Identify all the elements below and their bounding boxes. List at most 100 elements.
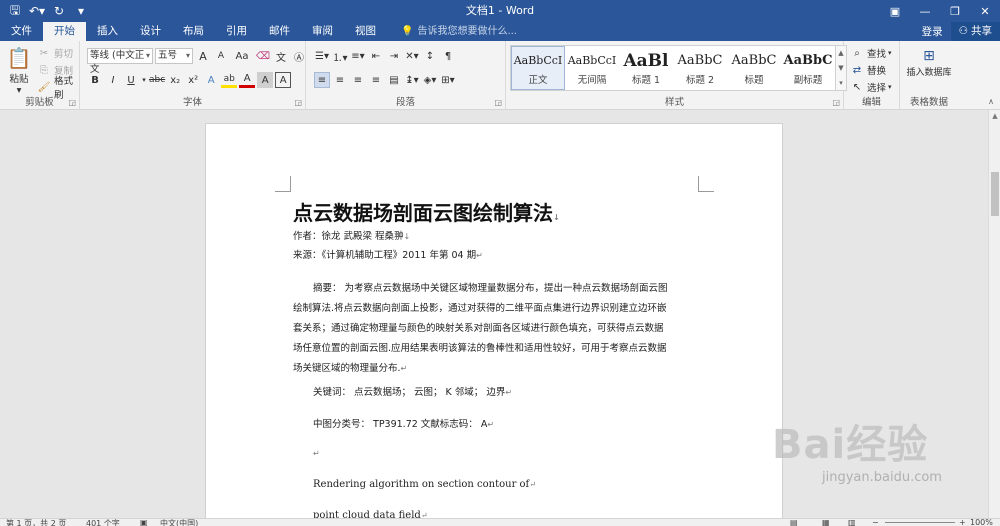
ribbon-tabs: 文件 开始 插入 设计 布局 引用 邮件 审阅 视图 💡 告诉我您想要做什么..… <box>0 22 1000 41</box>
font-color-button[interactable]: A <box>239 72 256 88</box>
undo-icon[interactable]: ↶▾ <box>26 0 48 22</box>
show-marks-icon[interactable]: ¶ <box>440 48 456 64</box>
increase-indent-icon[interactable]: ⇥ <box>386 48 402 64</box>
print-layout-icon[interactable]: ▦ <box>822 519 830 526</box>
zoom-slider[interactable] <box>885 522 955 523</box>
grow-font-button[interactable]: A <box>195 48 211 64</box>
bullets-icon[interactable]: ☰▾ <box>314 48 330 64</box>
sort-icon[interactable]: ↕ <box>422 48 438 64</box>
replace-button[interactable]: ⇄ 替换 <box>849 61 886 79</box>
chinese-layout-icon[interactable]: ✕▾ <box>404 48 420 64</box>
document-page[interactable]: 点云数据场剖面云图绘制算法↓ 作者：徐龙 武殿梁 程桑翀↓ 来源：《计算机辅助工… <box>205 123 783 518</box>
shrink-font-button[interactable]: A <box>213 48 229 64</box>
scroll-up-icon[interactable]: ▲ <box>989 110 1000 122</box>
highlight-button[interactable]: ab <box>221 72 238 88</box>
align-right-icon[interactable]: ≡ <box>350 72 366 88</box>
tab-review[interactable]: 审阅 <box>301 22 344 41</box>
tab-references[interactable]: 引用 <box>215 22 258 41</box>
clipboard-launcher-icon[interactable]: ◲ <box>68 98 76 107</box>
superscript-button[interactable]: x² <box>185 72 201 88</box>
shading-icon[interactable]: ◈▾ <box>422 72 438 88</box>
text-effects-button[interactable]: A <box>203 72 219 88</box>
char-shading-button[interactable]: A <box>257 72 274 88</box>
styles-gallery: AaBbCcI 正文 AaBbCcI 无间隔 AaBl 标题 1 AaBbC 标… <box>510 45 836 91</box>
proofing-icon[interactable]: ▣ <box>140 519 148 526</box>
collapse-ribbon-icon[interactable]: ∧ <box>988 97 994 106</box>
clear-formatting-icon[interactable]: ⌫ <box>255 48 271 64</box>
vertical-scrollbar[interactable]: ▲ <box>988 110 1000 518</box>
style-subtitle[interactable]: AaBbC 副标题 <box>781 46 835 90</box>
style-no-spacing[interactable]: AaBbCcI 无间隔 <box>565 46 619 90</box>
zoom-in-icon[interactable]: + <box>959 519 966 526</box>
chevron-down-icon[interactable]: ▼ <box>838 64 843 72</box>
word-count[interactable]: 401 个字 <box>86 519 120 526</box>
tab-insert[interactable]: 插入 <box>86 22 129 41</box>
justify-icon[interactable]: ≡ <box>368 72 384 88</box>
tab-layout[interactable]: 布局 <box>172 22 215 41</box>
page-count[interactable]: 第 1 页，共 2 页 <box>6 519 66 526</box>
more-styles-icon[interactable]: ▾ <box>839 79 843 87</box>
align-left-icon[interactable]: ≡ <box>314 72 330 88</box>
redo-icon[interactable]: ↻ <box>48 0 70 22</box>
tab-file[interactable]: 文件 <box>0 22 43 41</box>
tab-view[interactable]: 视图 <box>344 22 387 41</box>
align-center-icon[interactable]: ≡ <box>332 72 348 88</box>
enclose-characters-icon[interactable]: Ⓐ <box>291 48 307 64</box>
distributed-icon[interactable]: ▤ <box>386 72 402 88</box>
paragraph-launcher-icon[interactable]: ◲ <box>494 98 502 107</box>
subscript-button[interactable]: x₂ <box>167 72 183 88</box>
chevron-up-icon[interactable]: ▲ <box>838 49 843 57</box>
tell-me-box[interactable]: 💡 告诉我您想要做什么... <box>387 22 517 41</box>
char-border-button[interactable]: A <box>275 72 292 88</box>
font-name-dropdown[interactable]: 等线 (中文正文 <box>87 48 153 75</box>
font-size-dropdown[interactable]: 五号 <box>155 48 193 64</box>
share-button[interactable]: ⚇ 共享 <box>950 22 1000 41</box>
editing-group-label: 编辑 <box>861 97 881 108</box>
style-heading-1[interactable]: AaBl 标题 1 <box>619 46 673 90</box>
style-heading-2[interactable]: AaBbC 标题 2 <box>673 46 727 90</box>
close-icon[interactable]: ✕ <box>970 0 1000 22</box>
select-label: 选择 <box>867 83 887 94</box>
copy-icon: ⎘ <box>40 64 48 76</box>
underline-dropdown-icon[interactable]: ▾ <box>141 72 147 88</box>
style-title[interactable]: AaBbC 标题 <box>727 46 781 90</box>
window-controls: ▣ — ❐ ✕ <box>880 0 1000 22</box>
restore-icon[interactable]: ❐ <box>940 0 970 22</box>
find-button[interactable]: ⌕ 查找 ▾ <box>849 44 891 62</box>
minimize-icon[interactable]: — <box>910 0 940 22</box>
web-layout-icon[interactable]: ▥ <box>848 519 856 526</box>
paragraph-mark: ↵ <box>476 251 483 260</box>
font-launcher-icon[interactable]: ◲ <box>294 98 302 107</box>
strikethrough-button[interactable]: abc <box>149 72 165 88</box>
line-spacing-icon[interactable]: ↨▾ <box>404 72 420 88</box>
decrease-indent-icon[interactable]: ⇤ <box>368 48 384 64</box>
zoom-level[interactable]: 100% <box>970 519 993 526</box>
borders-icon[interactable]: ⊞▾ <box>440 72 456 88</box>
tab-home[interactable]: 开始 <box>43 22 86 41</box>
language-indicator[interactable]: 中文(中国) <box>160 519 198 526</box>
paste-button[interactable]: 📋 粘贴 ▾ <box>6 45 32 96</box>
underline-button[interactable]: U <box>123 72 139 88</box>
change-case-button[interactable]: Aa <box>231 48 253 64</box>
bold-button[interactable]: B <box>87 72 103 88</box>
login-link[interactable]: 登录 <box>914 24 951 39</box>
insert-database-button[interactable]: ⊞ 插入数据库 <box>902 47 956 78</box>
numbering-icon[interactable]: ⒈▾ <box>332 48 348 64</box>
zoom-out-icon[interactable]: − <box>872 519 879 526</box>
customize-qat-icon[interactable]: ▾ <box>70 0 92 22</box>
insert-database-label: 插入数据库 <box>906 68 952 78</box>
classification-line: 中图分类号： TP391.72 文献标志码： A↵ <box>313 416 494 430</box>
cut-button[interactable]: ✂ 剪切 <box>36 44 73 62</box>
margin-corner-mark <box>698 176 714 192</box>
styles-launcher-icon[interactable]: ◲ <box>832 98 840 107</box>
style-normal[interactable]: AaBbCcI 正文 <box>511 46 565 90</box>
read-mode-icon[interactable]: ▤ <box>790 519 798 526</box>
ribbon-display-options-icon[interactable]: ▣ <box>880 0 910 22</box>
scroll-thumb[interactable] <box>991 172 999 216</box>
tab-design[interactable]: 设计 <box>129 22 172 41</box>
italic-button[interactable]: I <box>105 72 121 88</box>
tab-mailings[interactable]: 邮件 <box>258 22 301 41</box>
save-icon[interactable]: 🖫 <box>4 0 26 22</box>
phonetic-guide-icon[interactable]: 文 <box>273 48 289 64</box>
multilevel-list-icon[interactable]: ≡▾ <box>350 48 366 64</box>
